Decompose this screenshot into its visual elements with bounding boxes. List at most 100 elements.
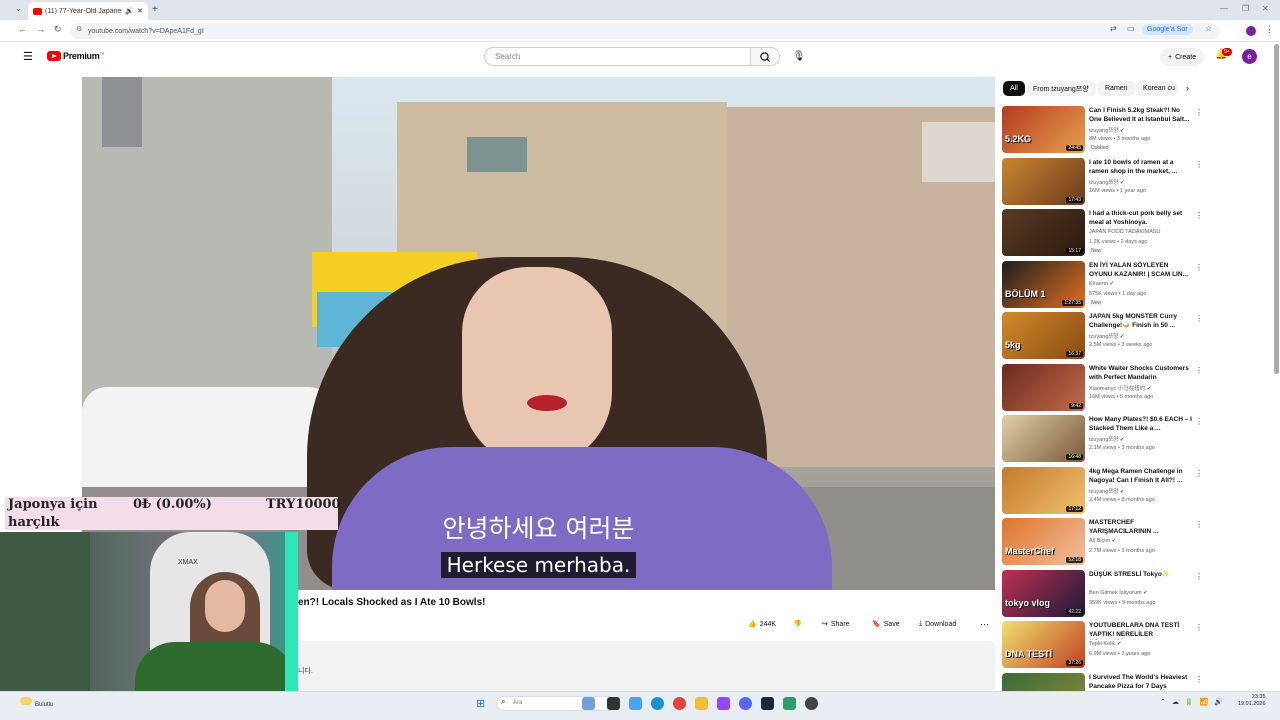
video-thumbnail[interactable]: 17:12: [1002, 466, 1085, 514]
recommendation-title[interactable]: White Waiter Shocks Customers with Perfe…: [1089, 364, 1192, 382]
widgets-icon[interactable]: [629, 697, 642, 710]
youtube-logo[interactable]: PremiumTR: [63, 51, 104, 61]
recommendation-item[interactable]: 9:42 White Waiter Shocks Customers with P…: [1002, 363, 1203, 413]
voice-search-icon[interactable]: 🎙: [790, 48, 808, 66]
more-options-icon[interactable]: ⋮: [1195, 623, 1203, 632]
recommendation-channel[interactable]: tzuyang쯔양 ✔: [1089, 178, 1125, 186]
recommendation-title[interactable]: 4kg Mega Ramen Challenge in Nagoya! Can …: [1089, 467, 1192, 485]
recommendation-item[interactable]: tokyo vlog 42:22 DÜŞÜK STRESLİ Tokyo✨ Ben G…: [1002, 569, 1203, 619]
restore-icon[interactable]: ❐: [1242, 4, 1249, 13]
recommendation-channel[interactable]: Tepki Kolik ✔: [1089, 641, 1121, 647]
system-tray-icons[interactable]: ⌃☁🔋📶🔊: [1160, 698, 1229, 706]
chips-next-icon[interactable]: ›: [1186, 83, 1189, 93]
app-icon[interactable]: [783, 697, 796, 710]
recommendation-item[interactable]: 17:43 I ate 10 bowls of ramen at a ramen …: [1002, 157, 1203, 207]
recommendation-title[interactable]: YOUTUBERLARA DNA TESTİ YAPTIK! NERELİLER…: [1089, 621, 1192, 640]
file-explorer-icon[interactable]: [695, 697, 708, 710]
taskbar-clock[interactable]: 23:35 19.01.2026: [1238, 694, 1266, 708]
new-tab-button[interactable]: +: [152, 4, 158, 15]
recommendation-title[interactable]: MASTERCHEF YARIŞMACILARININ ...: [1089, 518, 1192, 536]
recommendation-item[interactable]: 15:17 I had a thick-cut pork belly set me…: [1002, 209, 1203, 258]
youtube-logo-icon[interactable]: [47, 51, 61, 61]
tab-list-icon[interactable]: ⌄: [15, 4, 22, 13]
recommendation-channel[interactable]: tzuyang쯔양 ✔: [1089, 487, 1125, 495]
more-options-icon[interactable]: ⋮: [1195, 160, 1203, 169]
weather-text[interactable]: Bulutlu: [35, 702, 53, 708]
chrome-icon[interactable]: [673, 697, 686, 710]
create-button[interactable]: + Create: [1160, 48, 1205, 66]
search-highlight-icon[interactable]: [582, 697, 595, 710]
profile-icon[interactable]: [1246, 26, 1256, 36]
save-button[interactable]: 🔖 Save: [872, 616, 900, 632]
back-icon[interactable]: ←: [18, 24, 27, 34]
download-button[interactable]: ⤓ Download: [919, 616, 956, 632]
task-view-icon[interactable]: [607, 697, 620, 710]
recommendation-title[interactable]: DÜŞÜK STRESLİ Tokyo✨: [1089, 570, 1192, 579]
search-input[interactable]: Search: [484, 47, 751, 66]
share-button[interactable]: ↪ Share: [822, 616, 850, 632]
more-options-icon[interactable]: ⋮: [1195, 366, 1203, 375]
close-window-icon[interactable]: ✕: [1262, 4, 1269, 13]
more-options-icon[interactable]: ⋮: [1195, 675, 1203, 684]
video-thumbnail[interactable]: 9:42: [1002, 363, 1085, 411]
bookmark-star-icon[interactable]: ☆: [1205, 24, 1212, 33]
recommendation-channel[interactable]: Ben Gitmek İstiyorum ✔: [1089, 590, 1148, 596]
video-thumbnail[interactable]: MasterChef 52:18: [1002, 518, 1085, 565]
recommendation-channel[interactable]: Ali Biçim ✔: [1089, 538, 1116, 544]
like-button[interactable]: 👍 244K: [748, 616, 776, 632]
obs-icon[interactable]: [805, 697, 818, 710]
cast-icon[interactable]: ▭: [1127, 24, 1135, 33]
chip-korean[interactable]: Korean cu: [1136, 81, 1178, 96]
recommendation-title[interactable]: How Many Plates?! $0.6 EACH – I Stacked …: [1089, 415, 1192, 433]
recommendation-channel[interactable]: JAPAN FOOD TADAKIMASU: [1089, 229, 1161, 235]
recommendation-channel[interactable]: tzuyang쯔양 ✔: [1089, 435, 1125, 443]
recommendation-item[interactable]: 5.2KG 24:45 Can I Finish 5.2kg Steak?! No …: [1002, 106, 1203, 155]
recommendation-item[interactable]: MasterChef 52:18 MASTERCHEF YARIŞMACILARIN…: [1002, 518, 1203, 567]
more-options-icon[interactable]: ⋮: [1195, 108, 1203, 117]
video-thumbnail[interactable]: DNA TESTİ 37:26: [1002, 621, 1085, 668]
recommendation-item[interactable]: BÖLÜM 1 1:27:35 EN İYİ YALAN SÖYLEYEN OYUN…: [1002, 260, 1203, 310]
taskbar-search[interactable]: Ara: [496, 696, 616, 711]
windows-start-icon[interactable]: ⊞: [476, 697, 485, 710]
more-options-icon[interactable]: ⋮: [1195, 417, 1203, 426]
account-avatar[interactable]: e: [1242, 49, 1257, 64]
search-button[interactable]: [751, 47, 780, 66]
dislike-button[interactable]: 👎: [793, 616, 802, 632]
reload-icon[interactable]: ↻: [54, 24, 62, 35]
url-field[interactable]: youtube.com/watch?v=DApeA1Fd_gI: [70, 23, 1220, 39]
steam-icon[interactable]: [761, 697, 774, 710]
recommendation-title[interactable]: I Survived The World's Heaviest Pancake …: [1089, 673, 1192, 691]
recommendation-channel[interactable]: Elraenn ✔: [1089, 281, 1114, 287]
recommendation-title[interactable]: JAPAN 5kg MONSTER Curry Challenge!🍛 Fini…: [1089, 312, 1192, 330]
recommendation-channel[interactable]: Xiaomanyc 小马在纽约 ✔: [1089, 384, 1151, 392]
hamburger-menu-icon[interactable]: ☰: [23, 50, 33, 63]
recommendation-item[interactable]: 5kg 16:37 JAPAN 5kg MONSTER Curry Challeng…: [1002, 312, 1203, 361]
recommendation-item[interactable]: 16:48 How Many Plates?! $0.6 EACH – I Sta…: [1002, 415, 1203, 464]
recommendation-channel[interactable]: tzuyang쯔양 ✔: [1089, 332, 1125, 340]
video-thumbnail[interactable]: 5kg 16:37: [1002, 312, 1085, 359]
recommendation-item[interactable]: DNA TESTİ 37:26 YOUTUBERLARA DNA TESTİ YAP…: [1002, 621, 1203, 670]
browser-tab[interactable]: (11) 77-Year-Old Japanese 🔊 ✕: [28, 2, 148, 20]
forward-icon[interactable]: →: [36, 24, 45, 34]
speaker-icon[interactable]: 🔊: [125, 7, 134, 15]
recommendation-title[interactable]: Can I Finish 5.2kg Steak?! No One Believ…: [1089, 106, 1192, 124]
close-tab-icon[interactable]: ✕: [137, 7, 143, 15]
chip-ramen[interactable]: Ramen: [1098, 81, 1135, 96]
more-options-icon[interactable]: ⋮: [1195, 520, 1203, 529]
edge-icon[interactable]: [651, 697, 664, 710]
translate-icon[interactable]: ⇄: [1110, 24, 1117, 33]
recommendation-title[interactable]: I had a thick-cut pork belly set meal at…: [1089, 209, 1192, 227]
more-options-icon[interactable]: ⋮: [1195, 314, 1203, 323]
video-thumbnail[interactable]: 5.2KG 24:45: [1002, 106, 1085, 153]
minimize-icon[interactable]: —: [1220, 4, 1228, 13]
video-thumbnail[interactable]: 17:43: [1002, 157, 1085, 205]
recommendation-title[interactable]: I ate 10 bowls of ramen at a ramen shop …: [1089, 158, 1192, 176]
twitch-icon[interactable]: [717, 697, 730, 710]
recommendation-item[interactable]: 17:12 4kg Mega Ramen Challenge in Nagoya!…: [1002, 466, 1203, 516]
chip-all[interactable]: All: [1003, 81, 1025, 96]
more-options-icon[interactable]: ⋮: [1195, 263, 1203, 272]
chip-from-channel[interactable]: From tzuyang쯔양: [1026, 81, 1096, 96]
video-thumbnail[interactable]: 15:17: [1002, 209, 1085, 256]
video-thumbnail[interactable]: 16:48: [1002, 415, 1085, 462]
page-scrollbar[interactable]: [1274, 44, 1279, 374]
